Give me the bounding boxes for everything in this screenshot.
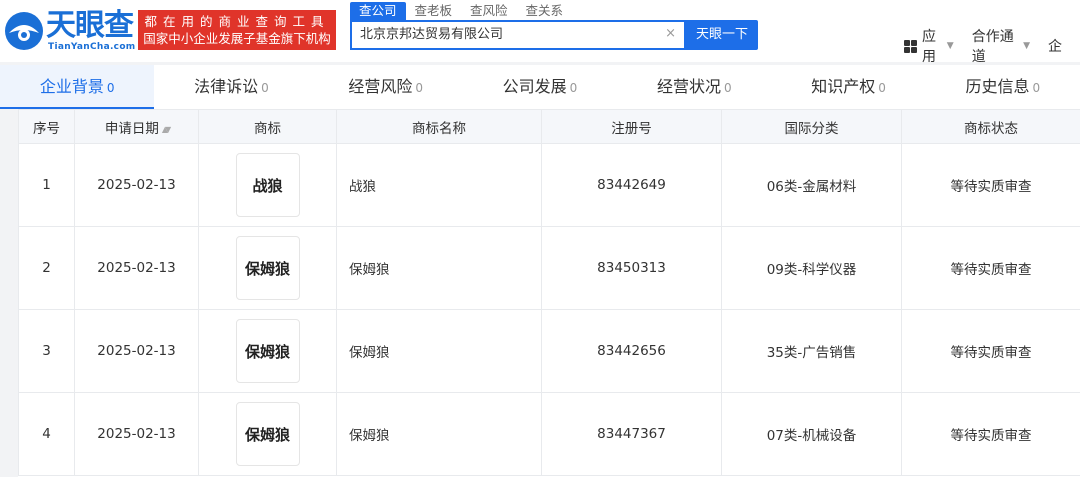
logo-eye-icon (5, 12, 43, 50)
search-tab-boss[interactable]: 查老板 (406, 2, 462, 20)
search-button[interactable]: 天眼一下 (686, 20, 758, 50)
trademark-table: 序号 申请日期 ▲▼ 商标 商标名称 注册号 国际分类 商标状态 1 2025-0… (18, 109, 1080, 477)
header-status: 商标状态 (901, 109, 1080, 144)
table-header-row: 序号 申请日期 ▲▼ 商标 商标名称 注册号 国际分类 商标状态 (18, 109, 1080, 144)
table-row: 4 2025-02-13 保姆狼 保姆狼 83447367 07类-机械设备 等… (18, 392, 1080, 476)
chevron-down-icon: ▼ (946, 41, 954, 51)
cell-reg-no: 83447367 (541, 392, 722, 476)
tab-count: 0 (569, 81, 578, 95)
cell-class: 06类-金属材料 (721, 143, 902, 227)
trademark-image[interactable]: 战狼 (235, 153, 300, 217)
header-trademark: 商标 (198, 109, 337, 144)
cell-reg-no: 83450313 (541, 226, 722, 310)
enterprise-menu[interactable]: 企 (1048, 26, 1062, 66)
tab-label: 知识产权 (811, 77, 876, 96)
header-nav: 应用 ▼ 合作通道 ▼ 企 (904, 26, 1080, 66)
tab-count: 0 (261, 81, 269, 95)
cell-date: 2025-02-13 (74, 392, 199, 476)
cell-mark: 保姆狼 (198, 226, 337, 310)
cell-date: 2025-02-13 (74, 143, 199, 227)
header-index: 序号 (18, 109, 75, 144)
header-reg-number: 注册号 (541, 109, 722, 144)
tab-legal-litigation[interactable]: 法律诉讼 0 (154, 65, 308, 109)
tab-count: 0 (1032, 81, 1041, 95)
cell-status: 等待实质审查 (901, 392, 1080, 476)
trademark-image[interactable]: 保姆狼 (235, 319, 300, 383)
cell-name: 保姆狼 (336, 309, 542, 393)
partners-menu-label: 合作通道 (971, 29, 1014, 65)
trademark-image[interactable]: 保姆狼 (235, 236, 300, 300)
search-tab-risk[interactable]: 查风险 (461, 2, 517, 20)
cell-name: 战狼 (336, 143, 542, 227)
table-row: 2 2025-02-13 保姆狼 保姆狼 83450313 09类-科学仪器 等… (18, 226, 1080, 310)
search-tab-relation[interactable]: 查关系 (517, 2, 573, 20)
cell-status: 等待实质审查 (901, 309, 1080, 393)
cell-class: 07类-机械设备 (721, 392, 902, 476)
enterprise-menu-label: 企 (1048, 39, 1062, 55)
table-row: 1 2025-02-13 战狼 战狼 83442649 06类-金属材料 等待实… (18, 143, 1080, 227)
cell-index: 2 (18, 226, 75, 310)
apps-menu[interactable]: 应用 ▼ (904, 26, 954, 66)
header-apply-date-label: 申请日期 (104, 120, 159, 137)
cell-index: 3 (18, 309, 75, 393)
tab-label: 企业背景 (39, 77, 104, 96)
cell-name: 保姆狼 (336, 226, 542, 310)
cell-status: 等待实质审查 (901, 226, 1080, 310)
tab-label: 公司发展 (502, 77, 567, 96)
top-header: 天眼查 TianYanCha.com 都在用的商业查询工具 国家中小企业发展子基… (0, 0, 1080, 65)
tab-company-development[interactable]: 公司发展 0 (463, 65, 617, 109)
cell-date: 2025-02-13 (74, 226, 199, 310)
search-input-value[interactable]: 北京京邦达贸易有限公司 (360, 26, 503, 44)
logo[interactable]: 天眼查 TianYanCha.com (4, 9, 136, 53)
tab-business-risk[interactable]: 经营风险 0 (309, 65, 463, 109)
tab-label: 历史信息 (965, 77, 1030, 96)
slogan-line-1: 都在用的商业查询工具 (144, 14, 330, 29)
cell-class: 35类-广告销售 (721, 309, 902, 393)
trademark-image[interactable]: 保姆狼 (235, 402, 300, 466)
cell-reg-no: 83442656 (541, 309, 722, 393)
cell-mark: 战狼 (198, 143, 337, 227)
cell-index: 4 (18, 392, 75, 476)
tab-label: 经营状况 (656, 77, 721, 96)
tab-history-info[interactable]: 历史信息 0 (926, 65, 1080, 109)
cell-date: 2025-02-13 (74, 309, 199, 393)
apps-menu-label: 应用 (922, 29, 936, 65)
logo-name: 天眼查 (46, 8, 134, 43)
tab-count: 0 (415, 81, 424, 95)
apps-grid-icon (904, 39, 917, 53)
search-tab-company[interactable]: 查公司 (350, 2, 406, 20)
company-section-tabs: 企业背景 0 法律诉讼 0 经营风险 0 公司发展 0 经营状况 0 知识产权 0 历史信息… (0, 65, 1080, 109)
logo-domain: TianYanCha.com (48, 42, 136, 52)
cell-mark: 保姆狼 (198, 309, 337, 393)
table-row: 3 2025-02-13 保姆狼 保姆狼 83442656 35类-广告销售 等… (18, 309, 1080, 393)
tab-count: 0 (106, 81, 115, 95)
tab-business-status[interactable]: 经营状况 0 (617, 65, 771, 109)
clear-icon[interactable]: × (665, 26, 676, 41)
cell-reg-no: 83442649 (541, 143, 722, 227)
cell-class: 09类-科学仪器 (721, 226, 902, 310)
slogan-line-2: 国家中小企业发展子基金旗下机构 (143, 31, 331, 46)
slogan-banner: 都在用的商业查询工具 国家中小企业发展子基金旗下机构 (138, 10, 336, 50)
cell-mark: 保姆狼 (198, 392, 337, 476)
search-type-tabs: 查公司 查老板 查风险 查关系 (350, 2, 572, 20)
header-apply-date[interactable]: 申请日期 ▲▼ (74, 109, 199, 144)
tab-enterprise-background[interactable]: 企业背景 0 (0, 65, 155, 109)
partners-menu[interactable]: 合作通道 ▼ (972, 26, 1030, 66)
tab-count: 0 (723, 81, 732, 95)
cell-index: 1 (18, 143, 75, 227)
tab-label: 法律诉讼 (194, 77, 259, 96)
tab-count: 0 (878, 81, 886, 95)
header-trademark-name: 商标名称 (336, 109, 542, 144)
tab-label: 经营风险 (348, 77, 413, 96)
chevron-down-icon: ▼ (1023, 41, 1030, 51)
cell-name: 保姆狼 (336, 392, 542, 476)
cell-status: 等待实质审查 (901, 143, 1080, 227)
header-intl-class: 国际分类 (721, 109, 902, 144)
search-input[interactable]: 北京京邦达贸易有限公司 × (350, 20, 686, 50)
tab-intellectual-property[interactable]: 知识产权 0 (771, 65, 925, 109)
sort-icon[interactable]: ▲▼ (162, 125, 171, 134)
